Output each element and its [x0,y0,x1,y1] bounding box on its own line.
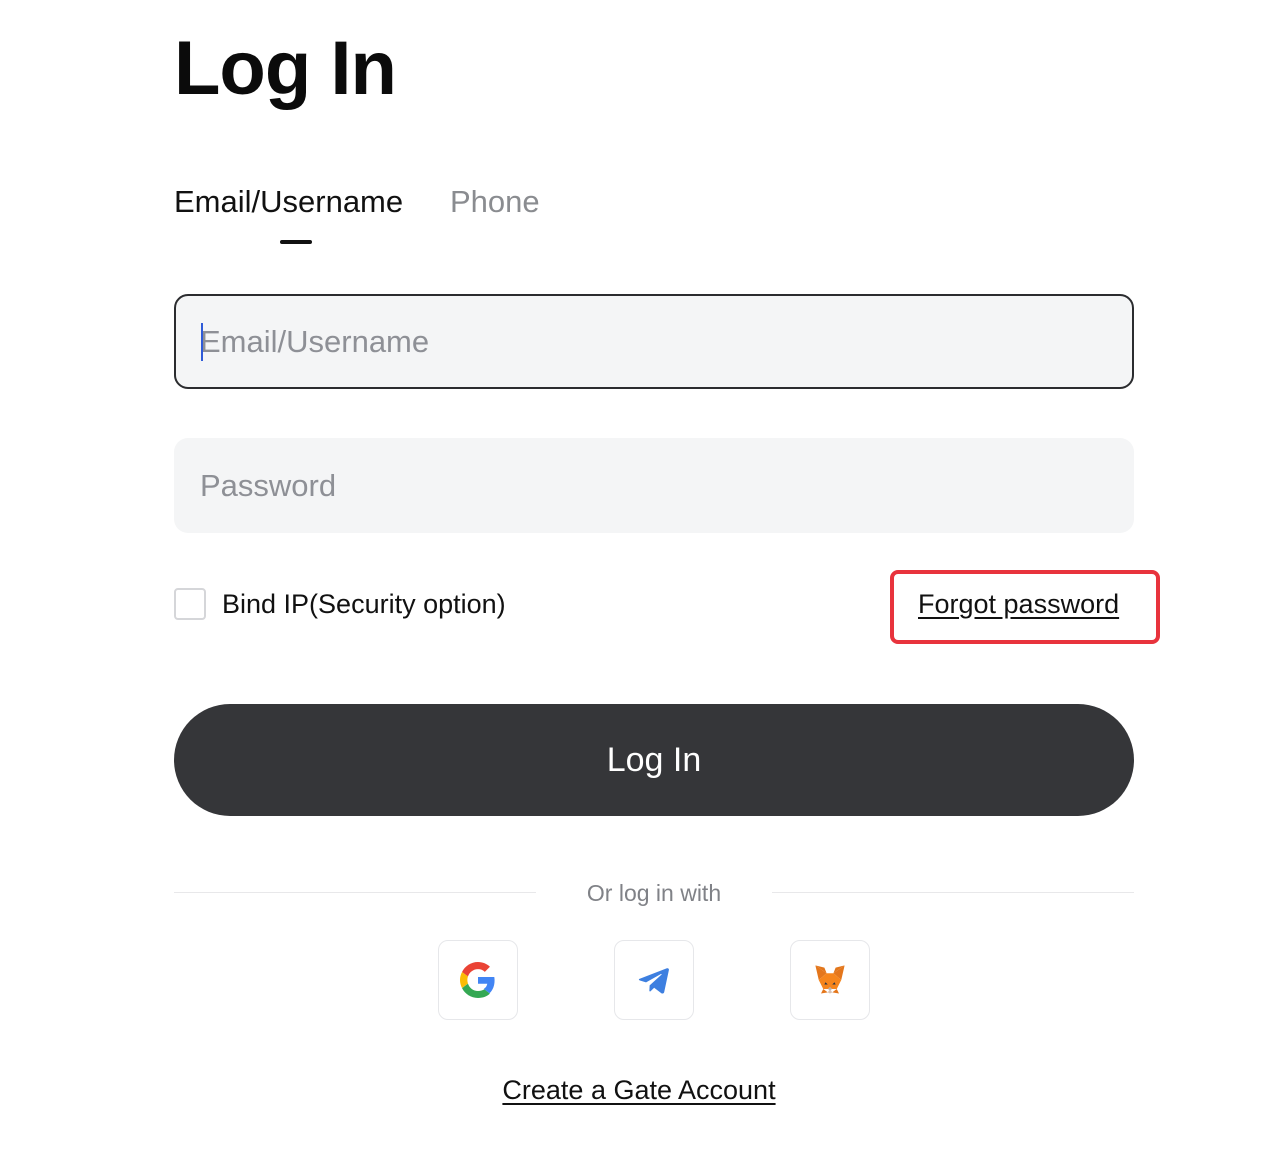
login-options-row: Bind IP(Security option) Forgot password [174,570,1164,646]
active-tab-indicator [280,240,312,244]
text-caret [201,323,203,361]
google-icon [460,962,495,998]
divider-line-left [174,892,536,893]
password-input[interactable] [200,440,1100,531]
page-title: Log In [174,26,397,111]
email-username-input[interactable] [200,296,1100,387]
telegram-login-button[interactable] [614,940,694,1020]
forgot-password-link[interactable]: Forgot password [918,586,1119,622]
social-divider-text: Or log in with [586,880,722,906]
email-username-field[interactable] [174,294,1134,389]
divider-line-right [772,892,1134,893]
metamask-login-button[interactable] [790,940,870,1020]
login-page: Log In Email/Username Phone Bind IP(Secu… [0,0,1278,1168]
telegram-icon [638,968,669,994]
tab-phone[interactable]: Phone [450,180,540,224]
bind-ip-checkbox[interactable] [174,588,206,620]
create-account-link[interactable]: Create a Gate Account [502,1075,775,1105]
bind-ip-label[interactable]: Bind IP(Security option) [222,586,506,622]
metamask-icon [815,965,845,994]
google-login-button[interactable] [438,940,518,1020]
login-button[interactable]: Log In [174,704,1134,816]
password-field[interactable] [174,438,1134,533]
create-account-row: Create a Gate Account [0,1072,1278,1108]
tab-email-username[interactable]: Email/Username [174,180,403,224]
